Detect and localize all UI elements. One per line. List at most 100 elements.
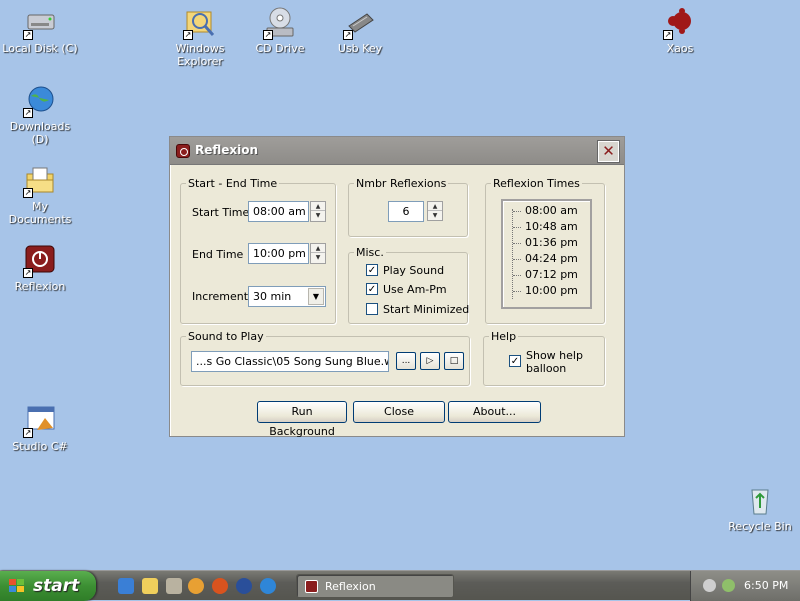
quicklaunch-app-icon[interactable] [236,578,252,594]
start-label: start [33,576,80,596]
end-time-label: End Time [192,248,244,261]
desktop-icon-my-documents[interactable]: ↗ My Documents [0,164,80,226]
group-legend: Sound to Play [188,330,264,343]
desktop-icon-reflexion[interactable]: ↗ Reflexion [0,244,80,293]
shortcut-arrow-icon: ↗ [23,268,33,278]
task-label: Reflexion [325,580,376,593]
start-minimized-label[interactable]: Start Minimized [383,303,469,316]
use-ampm-checkbox[interactable]: ✓ [366,283,378,295]
reflexion-dialog: Reflexion ✕ Start - End Time Start Time … [169,136,625,438]
quicklaunch-browser-icon[interactable] [260,578,276,594]
desktop-icon-label: CD Drive [255,42,305,55]
quicklaunch-firefox-icon[interactable] [212,578,228,594]
taskbar: start Reflexion 6:50 PM [0,570,800,601]
desktop-icon-label: Local Disk (C) [2,42,78,55]
quicklaunch-media-icon[interactable] [188,578,204,594]
start-time-label: Start Time [192,206,250,219]
play-sound-checkbox[interactable]: ✓ [366,264,378,276]
desktop-icon-label: Usb Key [337,42,383,55]
browse-button[interactable]: ... [396,352,416,370]
increment-select[interactable]: 30 min ▼ [248,286,326,307]
desktop-icon-label: Recycle Bin [728,520,792,533]
desktop-icon-recycle-bin[interactable]: Recycle Bin [720,484,800,533]
end-time-field[interactable]: 10:00 pm [248,243,309,264]
app-icon [176,144,190,158]
shortcut-arrow-icon: ↗ [23,428,33,438]
group-legend: Help [491,330,517,343]
reflexion-app-icon: ↗ [23,244,57,278]
desktop-icon-xaos[interactable]: ↗ Xaos [640,6,720,55]
quicklaunch-ie-icon[interactable] [118,578,134,594]
reflexion-times-list[interactable]: 08:00 am 10:48 am 01:36 pm 04:24 pm 07:1… [501,199,592,309]
about-button[interactable]: About... [448,401,541,423]
spin-up-icon[interactable]: ▲ [428,202,442,211]
list-item[interactable]: 10:48 am [513,220,583,233]
desktop-icon-label: My Documents [8,200,72,226]
system-tray: 6:50 PM [690,571,800,601]
clock: 6:50 PM [744,579,789,592]
spin-up-icon[interactable]: ▲ [311,202,325,211]
desktop-icon-label: Windows Explorer [175,42,225,68]
shortcut-arrow-icon: ↗ [23,30,33,40]
quicklaunch-tools-icon[interactable] [166,578,182,594]
speaker-tray-icon[interactable] [703,579,716,592]
network-tray-icon[interactable] [722,579,735,592]
close-icon[interactable]: ✕ [598,141,619,162]
start-time-field[interactable]: 08:00 am [248,201,309,222]
spin-down-icon[interactable]: ▼ [311,253,325,262]
fractal-icon: ↗ [663,6,697,40]
start-button[interactable]: start [0,571,96,601]
group-legend: Nmbr Reflexions [356,177,447,190]
taskbar-item-reflexion[interactable]: Reflexion [296,574,454,598]
hard-disk-icon: ↗ [23,6,57,40]
show-help-checkbox[interactable]: ✓ [509,355,521,367]
use-ampm-label[interactable]: Use Am-Pm [383,283,447,296]
desktop-icon-cd-drive[interactable]: ↗ CD Drive [240,6,320,55]
group-legend: Reflexion Times [493,177,580,190]
increment-label: Increment [192,290,249,303]
shortcut-arrow-icon: ↗ [23,188,33,198]
nmbr-reflexions-spinner[interactable]: ▲ ▼ [427,201,443,221]
play-sound-label[interactable]: Play Sound [383,264,444,277]
title-bar[interactable]: Reflexion ✕ [170,137,624,165]
run-background-button[interactable]: Run Background [257,401,347,438]
list-item[interactable]: 04:24 pm [513,252,583,265]
end-time-spinner[interactable]: ▲ ▼ [310,243,326,264]
spin-down-icon[interactable]: ▼ [428,211,442,220]
recycle-bin-icon [743,484,777,518]
desktop-icon-windows-explorer[interactable]: ↗ Windows Explorer [160,6,240,68]
desktop-icon-studio-csharp[interactable]: ↗ Studio C# [0,404,80,453]
shortcut-arrow-icon: ↗ [343,30,353,40]
window-title: Reflexion [195,143,259,157]
desktop-icon-usb-key[interactable]: ↗ Usb Key [320,6,400,55]
nmbr-reflexions-field[interactable]: 6 [388,201,424,222]
start-minimized-checkbox[interactable] [366,303,378,315]
desktop-icon-label: Xaos [666,42,694,55]
list-item[interactable]: 10:00 pm [513,284,583,297]
windows-logo-icon [9,579,25,593]
spin-up-icon[interactable]: ▲ [311,244,325,253]
close-button[interactable]: Close [353,401,445,423]
desktop-icon-downloads[interactable]: ↗ Downloads (D) [0,84,80,146]
visual-studio-icon: ↗ [23,404,57,438]
spin-down-icon[interactable]: ▼ [311,211,325,220]
list-item[interactable]: 01:36 pm [513,236,583,249]
group-legend: Start - End Time [188,177,278,190]
sound-file-field[interactable]: ...s Go Classic\05 Song Sung Blue.wma [191,351,389,372]
reflexion-task-icon [305,580,318,593]
quicklaunch-folder-icon[interactable] [142,578,158,594]
stop-icon[interactable]: □ [444,352,464,370]
show-help-label[interactable]: Show help balloon [526,349,583,375]
shortcut-arrow-icon: ↗ [663,30,673,40]
chevron-down-icon[interactable]: ▼ [308,288,324,305]
play-icon[interactable]: ▷ [420,352,440,370]
shortcut-arrow-icon: ↗ [183,30,193,40]
desktop-icon-local-disk[interactable]: ↗ Local Disk (C) [0,6,80,55]
shortcut-arrow-icon: ↗ [263,30,273,40]
explorer-icon: ↗ [183,6,217,40]
desktop-icon-label: Reflexion [14,280,66,293]
list-item[interactable]: 08:00 am [513,204,583,217]
cd-drive-icon: ↗ [263,6,297,40]
list-item[interactable]: 07:12 pm [513,268,583,281]
start-time-spinner[interactable]: ▲ ▼ [310,201,326,222]
